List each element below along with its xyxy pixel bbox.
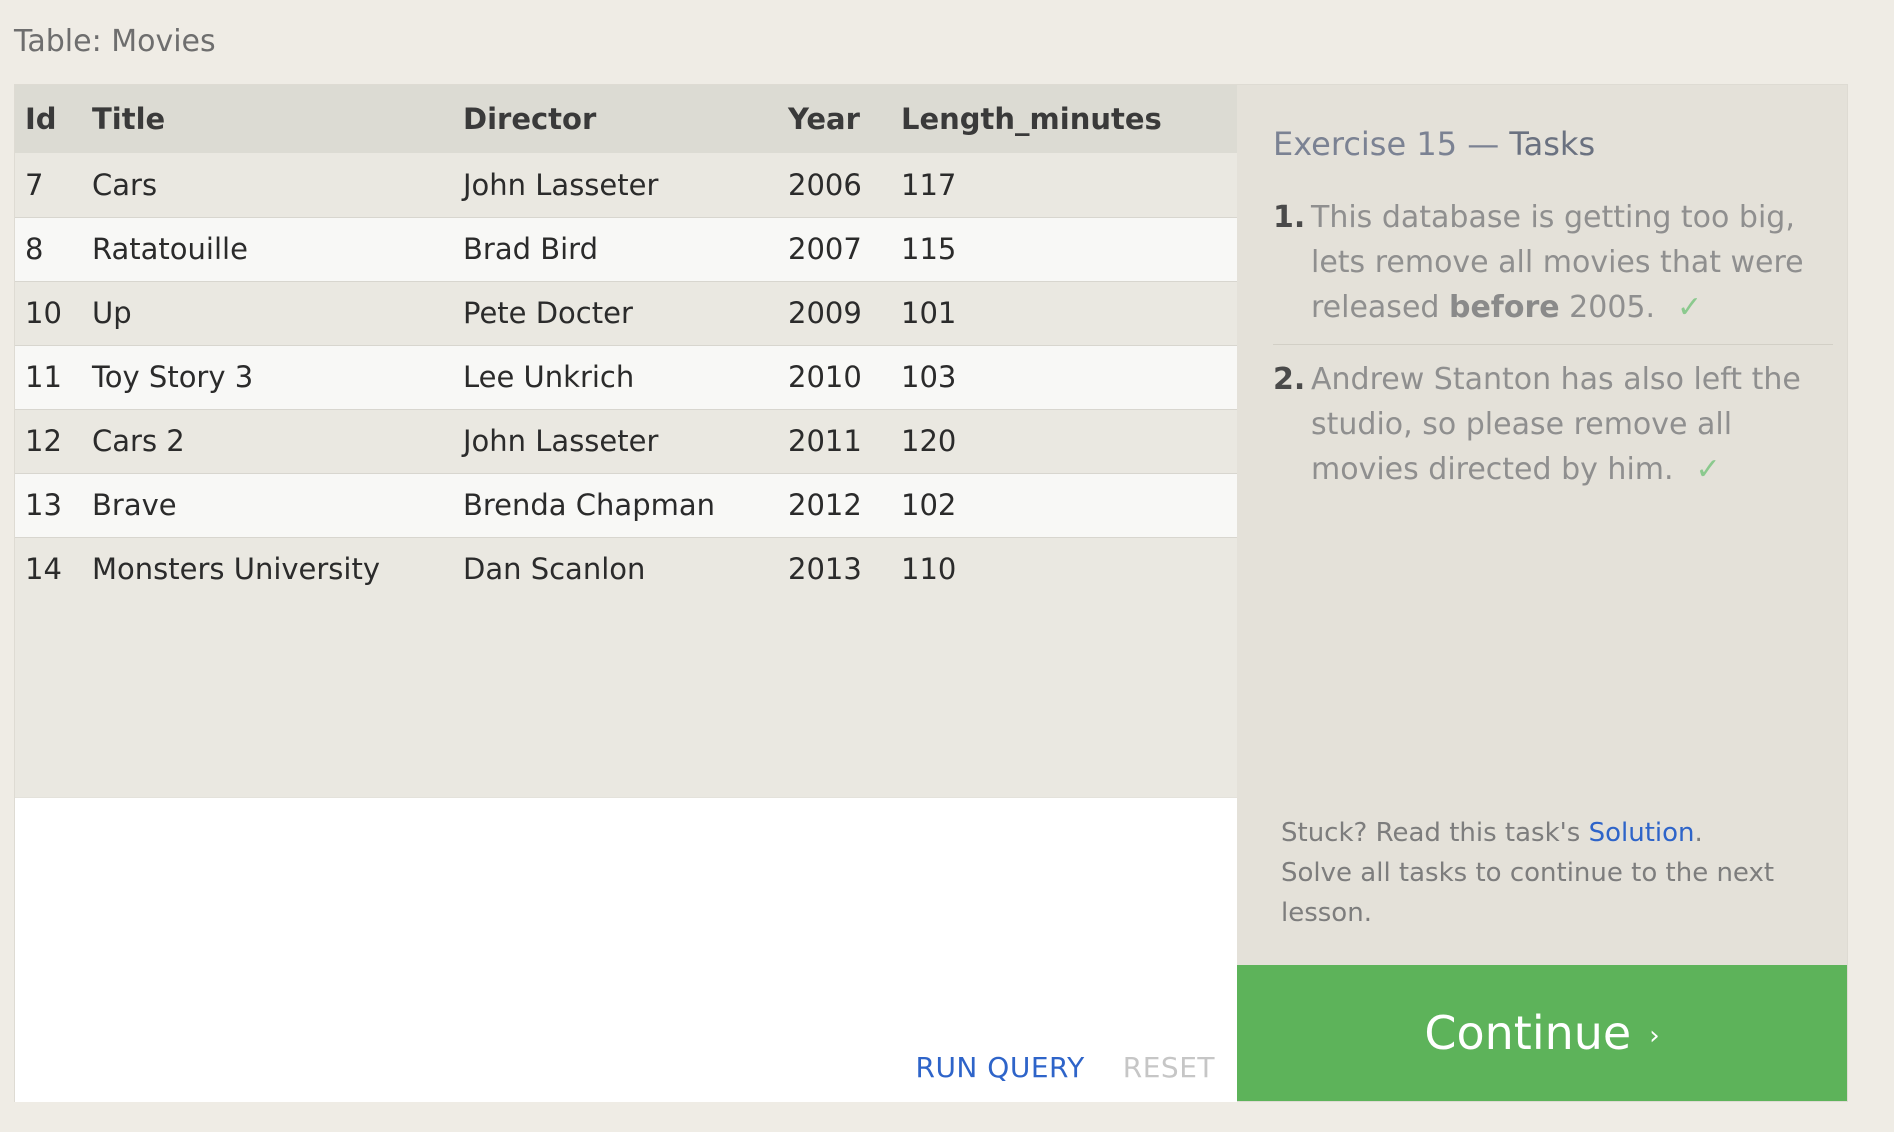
cell-director: Brenda Chapman xyxy=(463,488,716,522)
cell-title: Brave xyxy=(92,488,177,522)
cell-title: Toy Story 3 xyxy=(92,360,254,394)
cell-year: 2006 xyxy=(788,167,862,202)
cell-id: 14 xyxy=(25,552,62,587)
cell-id: 13 xyxy=(25,488,62,522)
cell-length: 110 xyxy=(901,552,957,587)
cell-id: 12 xyxy=(25,424,62,458)
query-pane: Id Title Director Year Length_minutes 7 … xyxy=(15,85,1237,1102)
cell-director: John Lasseter xyxy=(463,424,659,458)
cell-id: 11 xyxy=(25,360,62,394)
exercise-heading: Exercise 15 — Tasks xyxy=(1273,125,1595,163)
help-text: Stuck? Read this task's Solution. Solve … xyxy=(1281,813,1821,933)
cell-length: 103 xyxy=(901,360,957,394)
column-header-id: Id xyxy=(25,102,57,136)
results-table-area: Id Title Director Year Length_minutes 7 … xyxy=(15,85,1237,797)
exercise-heading-tasks: Tasks xyxy=(1509,125,1596,163)
chevron-right-icon: › xyxy=(1649,1021,1660,1051)
table-header-row: Id Title Director Year Length_minutes xyxy=(15,85,1237,153)
run-query-button[interactable]: RUN QUERY xyxy=(915,1051,1084,1084)
task-number: 2. xyxy=(1273,362,1306,397)
table-row: 14 Monsters University Dan Scanlon 2013 … xyxy=(15,537,1237,601)
cell-length: 117 xyxy=(901,167,957,202)
check-icon: ✓ xyxy=(1677,290,1703,325)
task-item: 2. Andrew Stanton has also left the stud… xyxy=(1273,345,1833,506)
task-list: 1. This database is getting too big, let… xyxy=(1273,195,1833,506)
table-row: 11 Toy Story 3 Lee Unkrich 2010 103 xyxy=(15,345,1237,409)
cell-id: 10 xyxy=(25,296,62,330)
cell-length: 102 xyxy=(901,488,957,522)
table-row: 12 Cars 2 John Lasseter 2011 120 xyxy=(15,409,1237,473)
cell-id: 8 xyxy=(25,232,44,266)
continue-hint: Solve all tasks to continue to the next … xyxy=(1281,858,1775,928)
cell-year: 2013 xyxy=(788,552,862,587)
cell-year: 2012 xyxy=(788,488,862,522)
editor-actions: RUN QUERY RESET xyxy=(915,1051,1215,1084)
task-text: This database is getting too big, lets r… xyxy=(1311,195,1833,330)
task-item: 1. This database is getting too big, let… xyxy=(1273,195,1833,345)
table-row: 7 Cars John Lasseter 2006 117 xyxy=(15,153,1237,217)
task-text-body: Andrew Stanton has also left the studio,… xyxy=(1311,362,1801,487)
sql-query-editor[interactable]: RUN QUERY RESET xyxy=(15,797,1237,1102)
cell-year: 2010 xyxy=(788,360,862,394)
cell-director: Brad Bird xyxy=(463,232,598,266)
cell-id: 7 xyxy=(25,167,44,202)
table-row: 10 Up Pete Docter 2009 101 xyxy=(15,281,1237,345)
continue-label: Continue xyxy=(1424,1006,1632,1060)
cell-director: Lee Unkrich xyxy=(463,360,635,394)
cell-year: 2009 xyxy=(788,296,862,330)
column-header-title: Title xyxy=(92,102,166,136)
cell-title: Monsters University xyxy=(92,552,381,587)
exercise-panel: Id Title Director Year Length_minutes 7 … xyxy=(14,84,1848,1102)
cell-length: 120 xyxy=(901,424,957,458)
task-text-bold: before xyxy=(1448,290,1560,325)
cell-length: 101 xyxy=(901,296,957,330)
column-header-length: Length_minutes xyxy=(901,102,1162,136)
exercise-heading-prefix: Exercise 15 — xyxy=(1273,125,1500,163)
reset-button[interactable]: RESET xyxy=(1123,1051,1215,1084)
cell-director: Pete Docter xyxy=(463,296,633,330)
solution-link[interactable]: Solution xyxy=(1589,818,1695,848)
task-text: Andrew Stanton has also left the studio,… xyxy=(1311,357,1833,492)
task-number: 1. xyxy=(1273,200,1306,235)
solution-hint: Stuck? Read this task's Solution. xyxy=(1281,813,1821,853)
cell-title: Ratatouille xyxy=(92,232,248,266)
cell-director: John Lasseter xyxy=(463,167,659,202)
task-text-after: 2005. xyxy=(1559,290,1656,325)
results-table: Id Title Director Year Length_minutes 7 … xyxy=(15,85,1237,601)
cell-title: Up xyxy=(92,296,132,330)
table-row: 13 Brave Brenda Chapman 2012 102 xyxy=(15,473,1237,537)
continue-button[interactable]: Continue › xyxy=(1237,965,1847,1101)
column-header-director: Director xyxy=(463,102,597,136)
solution-hint-prefix: Stuck? Read this task's xyxy=(1281,818,1589,848)
cell-year: 2011 xyxy=(788,424,862,458)
cell-year: 2007 xyxy=(788,232,862,266)
check-icon: ✓ xyxy=(1695,452,1721,487)
cell-title: Cars 2 xyxy=(92,424,185,458)
table-row: 8 Ratatouille Brad Bird 2007 115 xyxy=(15,217,1237,281)
table-label: Table: Movies xyxy=(14,24,216,59)
cell-director: Dan Scanlon xyxy=(463,552,646,587)
cell-length: 115 xyxy=(901,232,957,266)
tasks-pane: Exercise 15 — Tasks 1. This database is … xyxy=(1237,85,1847,1101)
solution-hint-suffix: . xyxy=(1694,818,1703,848)
column-header-year: Year xyxy=(788,102,860,136)
cell-title: Cars xyxy=(92,167,158,202)
